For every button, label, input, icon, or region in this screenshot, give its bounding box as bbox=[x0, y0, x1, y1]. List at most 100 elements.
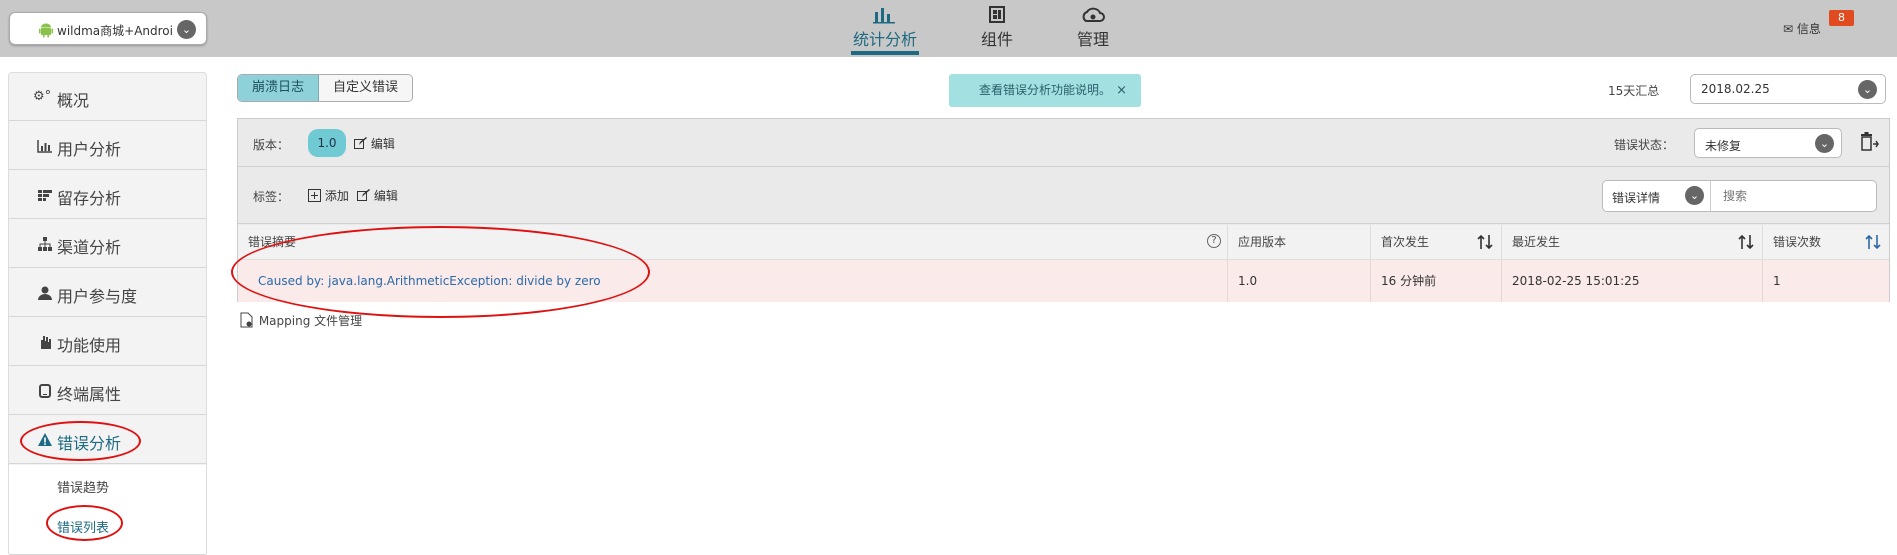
sidebar-item-engagement[interactable]: 用户参与度 bbox=[9, 269, 206, 317]
file-settings-icon bbox=[240, 312, 253, 328]
user-icon bbox=[38, 286, 52, 300]
edit-label: 编辑 bbox=[373, 189, 398, 203]
tag-filter-row: 标签： 添加 编辑 错误详情 ⌄ bbox=[238, 168, 1889, 224]
sidebar-item-error-analysis[interactable]: 错误分析 bbox=[9, 416, 206, 464]
edit-icon bbox=[357, 189, 370, 201]
close-icon[interactable]: × bbox=[1116, 74, 1127, 107]
delete-export-icon[interactable] bbox=[1858, 131, 1880, 155]
help-icon[interactable]: ? bbox=[1207, 234, 1221, 248]
sidebar-submenu: 错误趋势 错误列表 bbox=[9, 465, 206, 555]
sidebar-subitem-error-list[interactable]: 错误列表 bbox=[57, 517, 109, 536]
error-list-panel: 版本： 1.0 编辑 错误状态： 未修复 ⌄ 标签： 添加 编辑 错误详情 ⌄ … bbox=[237, 118, 1890, 302]
error-status-label: 错误状态： bbox=[1614, 138, 1675, 152]
search-scope-value: 错误详情 bbox=[1612, 191, 1661, 205]
messages-label: 信息 bbox=[1796, 22, 1821, 36]
error-status-select[interactable]: 未修复 ⌄ bbox=[1694, 128, 1842, 158]
error-summary-cell[interactable]: Caused by: java.lang.ArithmeticException… bbox=[238, 260, 1228, 302]
bar-chart-icon bbox=[873, 8, 895, 24]
search-scope-select[interactable]: 错误详情 ⌄ bbox=[1603, 181, 1711, 211]
version-pill[interactable]: 1.0 bbox=[308, 129, 346, 157]
edit-label: 编辑 bbox=[370, 137, 395, 151]
summary-label: 15天汇总 bbox=[1608, 84, 1660, 98]
android-icon bbox=[39, 23, 53, 38]
grid-icon bbox=[38, 190, 52, 201]
sidebar-item-label: 用户分析 bbox=[57, 140, 122, 159]
messages-link[interactable]: ✉ 信息 bbox=[1783, 20, 1821, 37]
warning-icon bbox=[38, 433, 52, 446]
sidebar-item-retention[interactable]: 留存分析 bbox=[9, 171, 206, 219]
sidebar-item-user-analysis[interactable]: 用户分析 bbox=[9, 122, 206, 170]
topnav-statistics-label: 统计分析 bbox=[853, 30, 918, 49]
column-header-summary: 错误摘要 ? bbox=[238, 225, 1228, 260]
top-bar: wildma商城+Androi ⌄ 统计分析 组件 管理 ✉ 信息 8 bbox=[0, 0, 1897, 57]
column-header-label: 最近发生 bbox=[1512, 235, 1561, 249]
sidebar-item-device[interactable]: 终端属性 bbox=[9, 367, 206, 415]
cloud-manage-icon bbox=[1082, 7, 1105, 22]
sitemap-icon bbox=[38, 237, 52, 251]
edit-version-button[interactable]: 编辑 bbox=[354, 135, 395, 152]
tab-crash-log[interactable]: 崩溃日志 bbox=[238, 75, 320, 101]
sidebar-item-channel[interactable]: 渠道分析 bbox=[9, 220, 206, 268]
sidebar: ⚙° 概况 用户分析 留存分析 渠道分析 用户参与度 功能使用 终端属性 错误分… bbox=[8, 72, 207, 555]
log-type-tabs: 崩溃日志 自定义错误 bbox=[237, 74, 414, 102]
app-version-cell: 1.0 bbox=[1228, 260, 1371, 302]
tab-custom-error[interactable]: 自定义错误 bbox=[319, 75, 413, 101]
help-notice: 查看错误分析功能说明。 × bbox=[949, 74, 1141, 107]
chevron-down-icon[interactable]: ⌄ bbox=[177, 20, 196, 39]
version-label: 版本： bbox=[253, 138, 290, 152]
column-header-label: 首次发生 bbox=[1381, 235, 1430, 249]
search-input[interactable] bbox=[1713, 182, 1873, 210]
error-status-value: 未修复 bbox=[1705, 139, 1742, 153]
app-selector-label: wildma商城+Androi bbox=[57, 24, 173, 38]
app-selector[interactable]: wildma商城+Androi ⌄ bbox=[9, 12, 207, 45]
topnav-manage[interactable]: 管理 bbox=[1076, 6, 1110, 50]
chevron-down-icon[interactable]: ⌄ bbox=[1858, 80, 1877, 99]
sort-icon[interactable] bbox=[1477, 233, 1493, 251]
add-label: 添加 bbox=[324, 189, 349, 203]
sidebar-item-label: 留存分析 bbox=[57, 189, 122, 208]
sidebar-item-overview[interactable]: ⚙° 概况 bbox=[9, 73, 206, 121]
column-header-label: 错误次数 bbox=[1773, 235, 1822, 249]
sidebar-subitem-error-trend[interactable]: 错误趋势 bbox=[57, 477, 109, 496]
gears-icon: ⚙° bbox=[33, 89, 52, 104]
tablet-icon bbox=[39, 384, 51, 398]
sidebar-item-label: 用户参与度 bbox=[57, 287, 138, 306]
help-notice-link[interactable]: 查看错误分析功能说明。 bbox=[979, 83, 1111, 97]
date-select[interactable]: 2018.02.25 ⌄ bbox=[1690, 74, 1886, 104]
edit-icon bbox=[354, 137, 367, 149]
sort-icon[interactable] bbox=[1865, 233, 1881, 251]
first-seen-cell: 16 分钟前 bbox=[1371, 260, 1502, 302]
chevron-down-icon[interactable]: ⌄ bbox=[1815, 134, 1834, 153]
add-icon bbox=[308, 189, 321, 202]
sidebar-item-label: 渠道分析 bbox=[57, 238, 122, 257]
sidebar-item-label: 终端属性 bbox=[57, 385, 122, 404]
date-select-value: 2018.02.25 bbox=[1701, 82, 1770, 96]
column-header-count[interactable]: 错误次数 bbox=[1763, 225, 1889, 260]
sidebar-item-feature-usage[interactable]: 功能使用 bbox=[9, 318, 206, 366]
mail-icon: ✉ bbox=[1783, 22, 1794, 36]
sidebar-item-label: 功能使用 bbox=[57, 336, 122, 355]
column-header-first-seen[interactable]: 首次发生 bbox=[1371, 225, 1502, 260]
edit-tag-button[interactable]: 编辑 bbox=[357, 187, 398, 204]
topnav-statistics[interactable]: 统计分析 bbox=[851, 6, 919, 55]
topnav-components[interactable]: 组件 bbox=[980, 6, 1014, 50]
column-header-label: 应用版本 bbox=[1238, 235, 1287, 249]
mapping-file-link[interactable]: Mapping 文件管理 bbox=[240, 312, 362, 329]
topnav-manage-label: 管理 bbox=[1076, 30, 1109, 49]
mapping-file-label: Mapping 文件管理 bbox=[258, 314, 363, 328]
table-row[interactable]: Caused by: java.lang.ArithmeticException… bbox=[238, 260, 1889, 302]
topnav-components-label: 组件 bbox=[980, 30, 1013, 49]
column-header-label: 错误摘要 bbox=[248, 235, 297, 249]
table-header: 错误摘要 ? 应用版本 首次发生 最近发生 错误次数 bbox=[238, 225, 1889, 260]
messages-badge: 8 bbox=[1829, 10, 1854, 26]
error-count-cell: 1 bbox=[1773, 274, 1781, 288]
chevron-down-icon[interactable]: ⌄ bbox=[1685, 186, 1704, 205]
column-header-last-seen[interactable]: 最近发生 bbox=[1502, 225, 1763, 260]
column-header-app-version: 应用版本 bbox=[1228, 225, 1371, 260]
sort-icon[interactable] bbox=[1738, 233, 1754, 251]
add-tag-button[interactable]: 添加 bbox=[308, 187, 349, 204]
version-filter-row: 版本： 1.0 编辑 错误状态： 未修复 ⌄ bbox=[238, 119, 1889, 167]
sidebar-item-label: 错误分析 bbox=[57, 434, 122, 453]
hand-icon bbox=[41, 336, 51, 349]
search-box: 错误详情 ⌄ bbox=[1602, 180, 1877, 212]
